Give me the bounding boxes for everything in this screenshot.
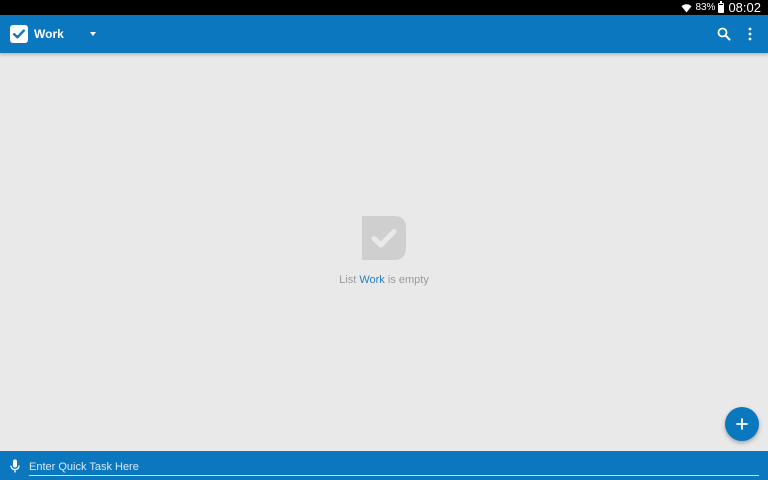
battery-icon xyxy=(718,0,725,13)
clock: 08:02 xyxy=(728,0,761,15)
app-logo-check-icon xyxy=(10,25,28,43)
status-bar: 83% 08:02 xyxy=(0,0,768,15)
quick-task-input[interactable] xyxy=(29,455,759,476)
battery-percent: 83% xyxy=(695,2,716,13)
search-icon[interactable] xyxy=(712,22,736,46)
more-vert-icon[interactable] xyxy=(738,22,762,46)
wifi-icon xyxy=(681,3,692,12)
empty-message: List Work is empty xyxy=(339,274,429,286)
plus-icon xyxy=(736,418,748,430)
app-bar: Work xyxy=(0,15,768,53)
empty-message-prefix: List xyxy=(339,274,360,286)
add-task-button[interactable] xyxy=(725,407,759,441)
empty-message-suffix: is empty xyxy=(384,274,429,286)
empty-state: List Work is empty xyxy=(0,216,768,286)
mic-icon[interactable] xyxy=(8,458,22,474)
quick-task-bar xyxy=(0,451,768,480)
list-title[interactable]: Work xyxy=(34,27,64,41)
empty-list-check-icon xyxy=(362,216,406,260)
empty-message-list-name: Work xyxy=(359,274,385,286)
dropdown-arrow-icon[interactable] xyxy=(89,32,96,36)
